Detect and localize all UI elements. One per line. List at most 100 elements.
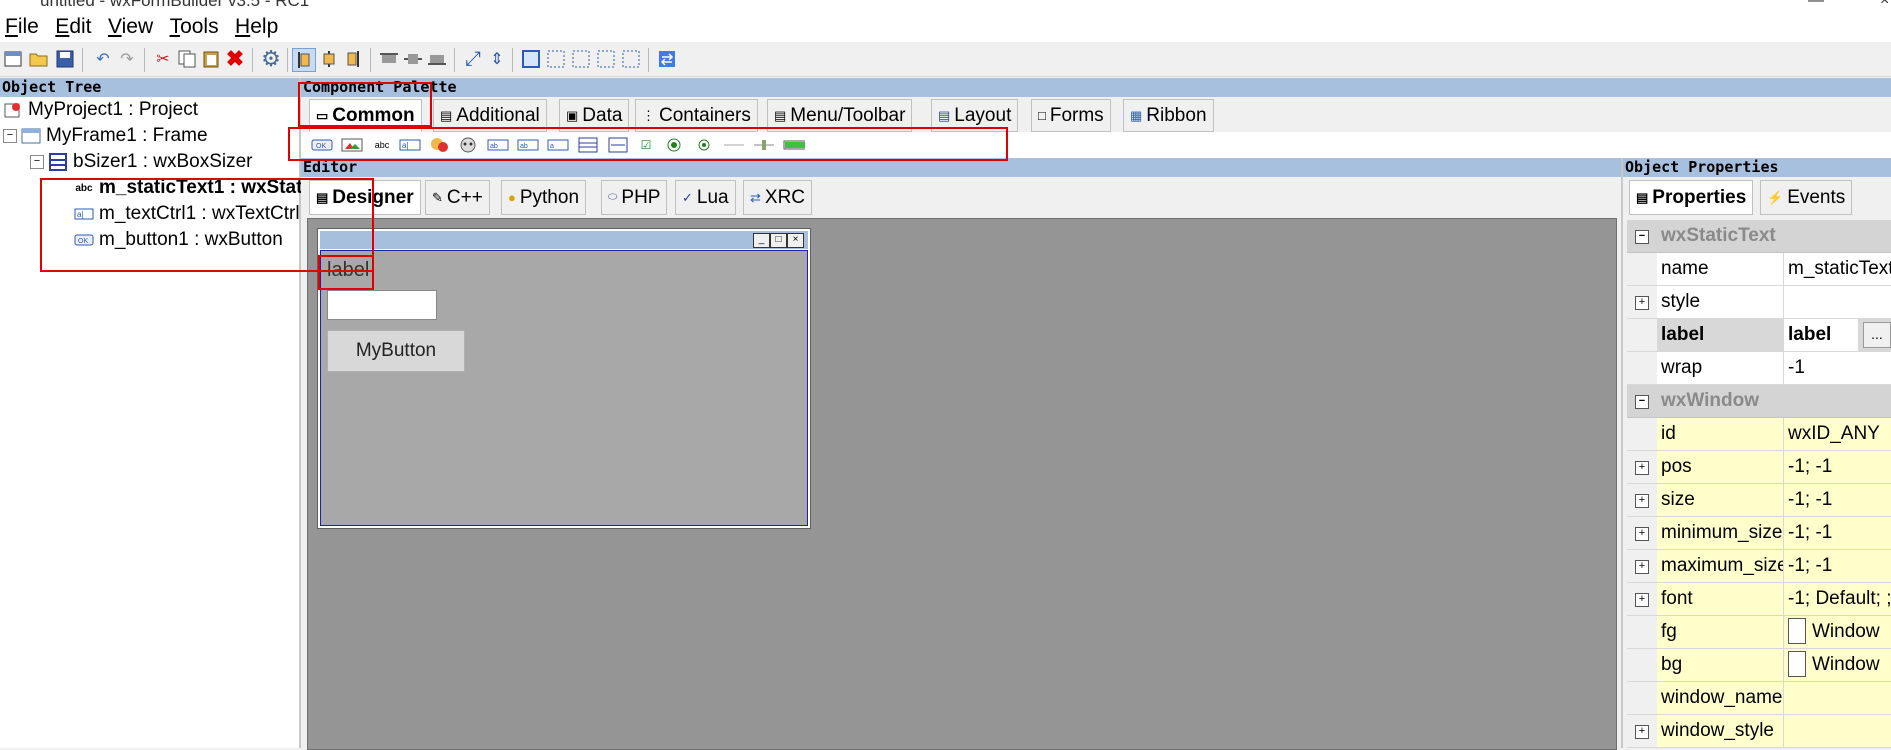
events-tab[interactable]: ⚡ Events: [1760, 180, 1853, 215]
border-right-icon[interactable]: [570, 48, 592, 70]
property-row[interactable]: + style: [1627, 286, 1891, 319]
close-window-icon[interactable]: ×: [1880, 0, 1889, 10]
palette-tab-menu-toolbar[interactable]: ▤ Menu/Toolbar: [767, 99, 913, 132]
border-top-icon[interactable]: [595, 48, 617, 70]
collapse-icon[interactable]: −: [3, 129, 17, 143]
edit-label-button[interactable]: ...: [1863, 322, 1891, 348]
expand-icon[interactable]: +: [1635, 461, 1649, 475]
wxgauge-icon[interactable]: [783, 137, 805, 153]
palette-tab-forms[interactable]: □ Forms: [1031, 99, 1111, 132]
delete-icon[interactable]: ✖: [224, 46, 246, 71]
tree-item-sizer[interactable]: − bSizer1 : wxBoxSizer: [30, 149, 253, 175]
editor-tab-python[interactable]: ● Python: [501, 180, 587, 215]
new-project-icon[interactable]: [2, 48, 24, 70]
property-row[interactable]: bg Window: [1627, 649, 1891, 682]
palette-tab-ribbon[interactable]: ▦ Ribbon: [1123, 99, 1214, 132]
paste-icon[interactable]: [200, 48, 222, 70]
wxchoice-icon[interactable]: ab: [487, 137, 509, 153]
editor-tab-php[interactable]: ⬭ PHP: [601, 180, 668, 215]
wxstaticline-icon[interactable]: [723, 137, 745, 153]
wxradiobutton-off-icon[interactable]: [693, 137, 715, 153]
property-category-wxstatictext[interactable]: − wxStaticText: [1627, 220, 1891, 253]
tree-item-frame[interactable]: − MyFrame1 : Frame: [3, 123, 208, 149]
minimize-icon[interactable]: —: [1808, 0, 1824, 10]
designer-canvas[interactable]: _ □ × label MyButton: [307, 218, 1617, 750]
menu-file[interactable]: File: [0, 12, 46, 40]
properties-tab[interactable]: ▤ Properties: [1629, 180, 1754, 215]
editor-tab-lua[interactable]: ✓ Lua: [675, 180, 736, 215]
tree-item-project[interactable]: MyProject1 : Project: [3, 97, 198, 123]
wxlistctrl-icon[interactable]: [577, 137, 599, 153]
border-all-icon[interactable]: [520, 48, 542, 70]
redo-icon[interactable]: ↷: [116, 48, 138, 70]
preview-button[interactable]: MyButton: [327, 330, 465, 372]
property-row[interactable]: + pos -1; -1: [1627, 451, 1891, 484]
preview-text-ctrl[interactable]: [327, 290, 437, 320]
wxbutton-icon[interactable]: OK: [311, 137, 333, 153]
expand-icon[interactable]: +: [1635, 725, 1649, 739]
collapse-icon[interactable]: −: [1635, 230, 1649, 244]
editor-tab-designer[interactable]: ▤ Designer: [309, 180, 421, 215]
wxradiobox-icon[interactable]: [607, 137, 629, 153]
palette-tab-layout[interactable]: ▤ Layout: [931, 99, 1019, 132]
wxcheckbox-list-icon[interactable]: a: [547, 137, 569, 153]
palette-tab-additional[interactable]: ▤ Additional: [433, 99, 547, 132]
expand-icon[interactable]: +: [1635, 560, 1649, 574]
wxcombobox-icon[interactable]: [457, 137, 479, 153]
expand-icon[interactable]: ⤢: [462, 48, 484, 70]
stretch-icon[interactable]: ⇕: [486, 48, 508, 70]
save-project-icon[interactable]: [54, 48, 76, 70]
editor-tab-cpp[interactable]: ✎ C++: [425, 180, 490, 215]
property-row[interactable]: + size -1; -1: [1627, 484, 1891, 517]
expand-icon[interactable]: +: [1635, 593, 1649, 607]
collapse-icon[interactable]: −: [30, 155, 44, 169]
wxtextctrl-icon[interactable]: a|: [399, 137, 421, 153]
expand-icon[interactable]: +: [1635, 296, 1649, 310]
menu-edit[interactable]: Edit: [50, 12, 98, 40]
copy-icon[interactable]: [176, 48, 198, 70]
menu-tools[interactable]: Tools: [165, 12, 226, 40]
wxcheckbox-icon[interactable]: ☑: [635, 137, 657, 153]
palette-tab-containers[interactable]: ⋮ Containers: [635, 99, 758, 132]
undo-icon[interactable]: ↶: [92, 48, 114, 70]
wxslider-icon[interactable]: [753, 137, 775, 153]
expand-icon[interactable]: +: [1635, 494, 1649, 508]
wxbitmapbutton-icon[interactable]: [341, 137, 363, 153]
wxlistbox-icon[interactable]: ab: [517, 137, 539, 153]
expand-icon[interactable]: +: [1635, 527, 1649, 541]
preview-static-text[interactable]: label: [327, 259, 369, 282]
property-row[interactable]: id wxID_ANY: [1627, 418, 1891, 451]
open-project-icon[interactable]: [28, 48, 50, 70]
tree-item-textctrl[interactable]: a| m_textCtrl1 : wxTextCtrl: [74, 201, 300, 227]
border-bottom-icon[interactable]: [620, 48, 642, 70]
property-row[interactable]: fg Window: [1627, 616, 1891, 649]
wxstatictext-icon[interactable]: abc: [371, 137, 393, 153]
property-category-wxwindow[interactable]: − wxWindow: [1627, 385, 1891, 418]
property-row[interactable]: window_name: [1627, 682, 1891, 715]
palette-tab-data[interactable]: ▣ Data: [559, 99, 630, 132]
property-row[interactable]: + minimum_size -1; -1: [1627, 517, 1891, 550]
menu-help[interactable]: Help: [230, 12, 285, 40]
wxstaticbitmap-icon[interactable]: [429, 137, 451, 153]
editor-tab-xrc[interactable]: ⇄ XRC: [743, 180, 813, 215]
cut-icon[interactable]: ✂: [152, 48, 174, 70]
align-bottom-icon[interactable]: [426, 48, 448, 70]
swap-icon[interactable]: [656, 48, 678, 70]
tree-item-button[interactable]: OK m_button1 : wxButton: [74, 227, 283, 253]
property-row[interactable]: name m_staticText1: [1627, 253, 1891, 286]
property-row[interactable]: + window_style: [1627, 715, 1891, 748]
palette-tab-common[interactable]: ▭ Common: [309, 99, 422, 132]
property-row[interactable]: wrap -1: [1627, 352, 1891, 385]
property-row[interactable]: + maximum_size -1; -1: [1627, 550, 1891, 583]
designer-frame[interactable]: _ □ × label MyButton: [317, 228, 811, 529]
property-row-selected[interactable]: label label ...: [1627, 319, 1891, 352]
align-center-icon[interactable]: [318, 48, 340, 70]
border-left-icon[interactable]: [545, 48, 567, 70]
generate-code-icon[interactable]: ⚙: [260, 46, 282, 71]
align-left-icon[interactable]: [292, 48, 316, 72]
align-top-icon[interactable]: [378, 48, 400, 70]
property-row[interactable]: + font -1; Default; ;: [1627, 583, 1891, 616]
align-right-icon[interactable]: [342, 48, 364, 70]
align-middle-icon[interactable]: [402, 48, 424, 70]
wxradiobutton-icon[interactable]: [663, 137, 685, 153]
